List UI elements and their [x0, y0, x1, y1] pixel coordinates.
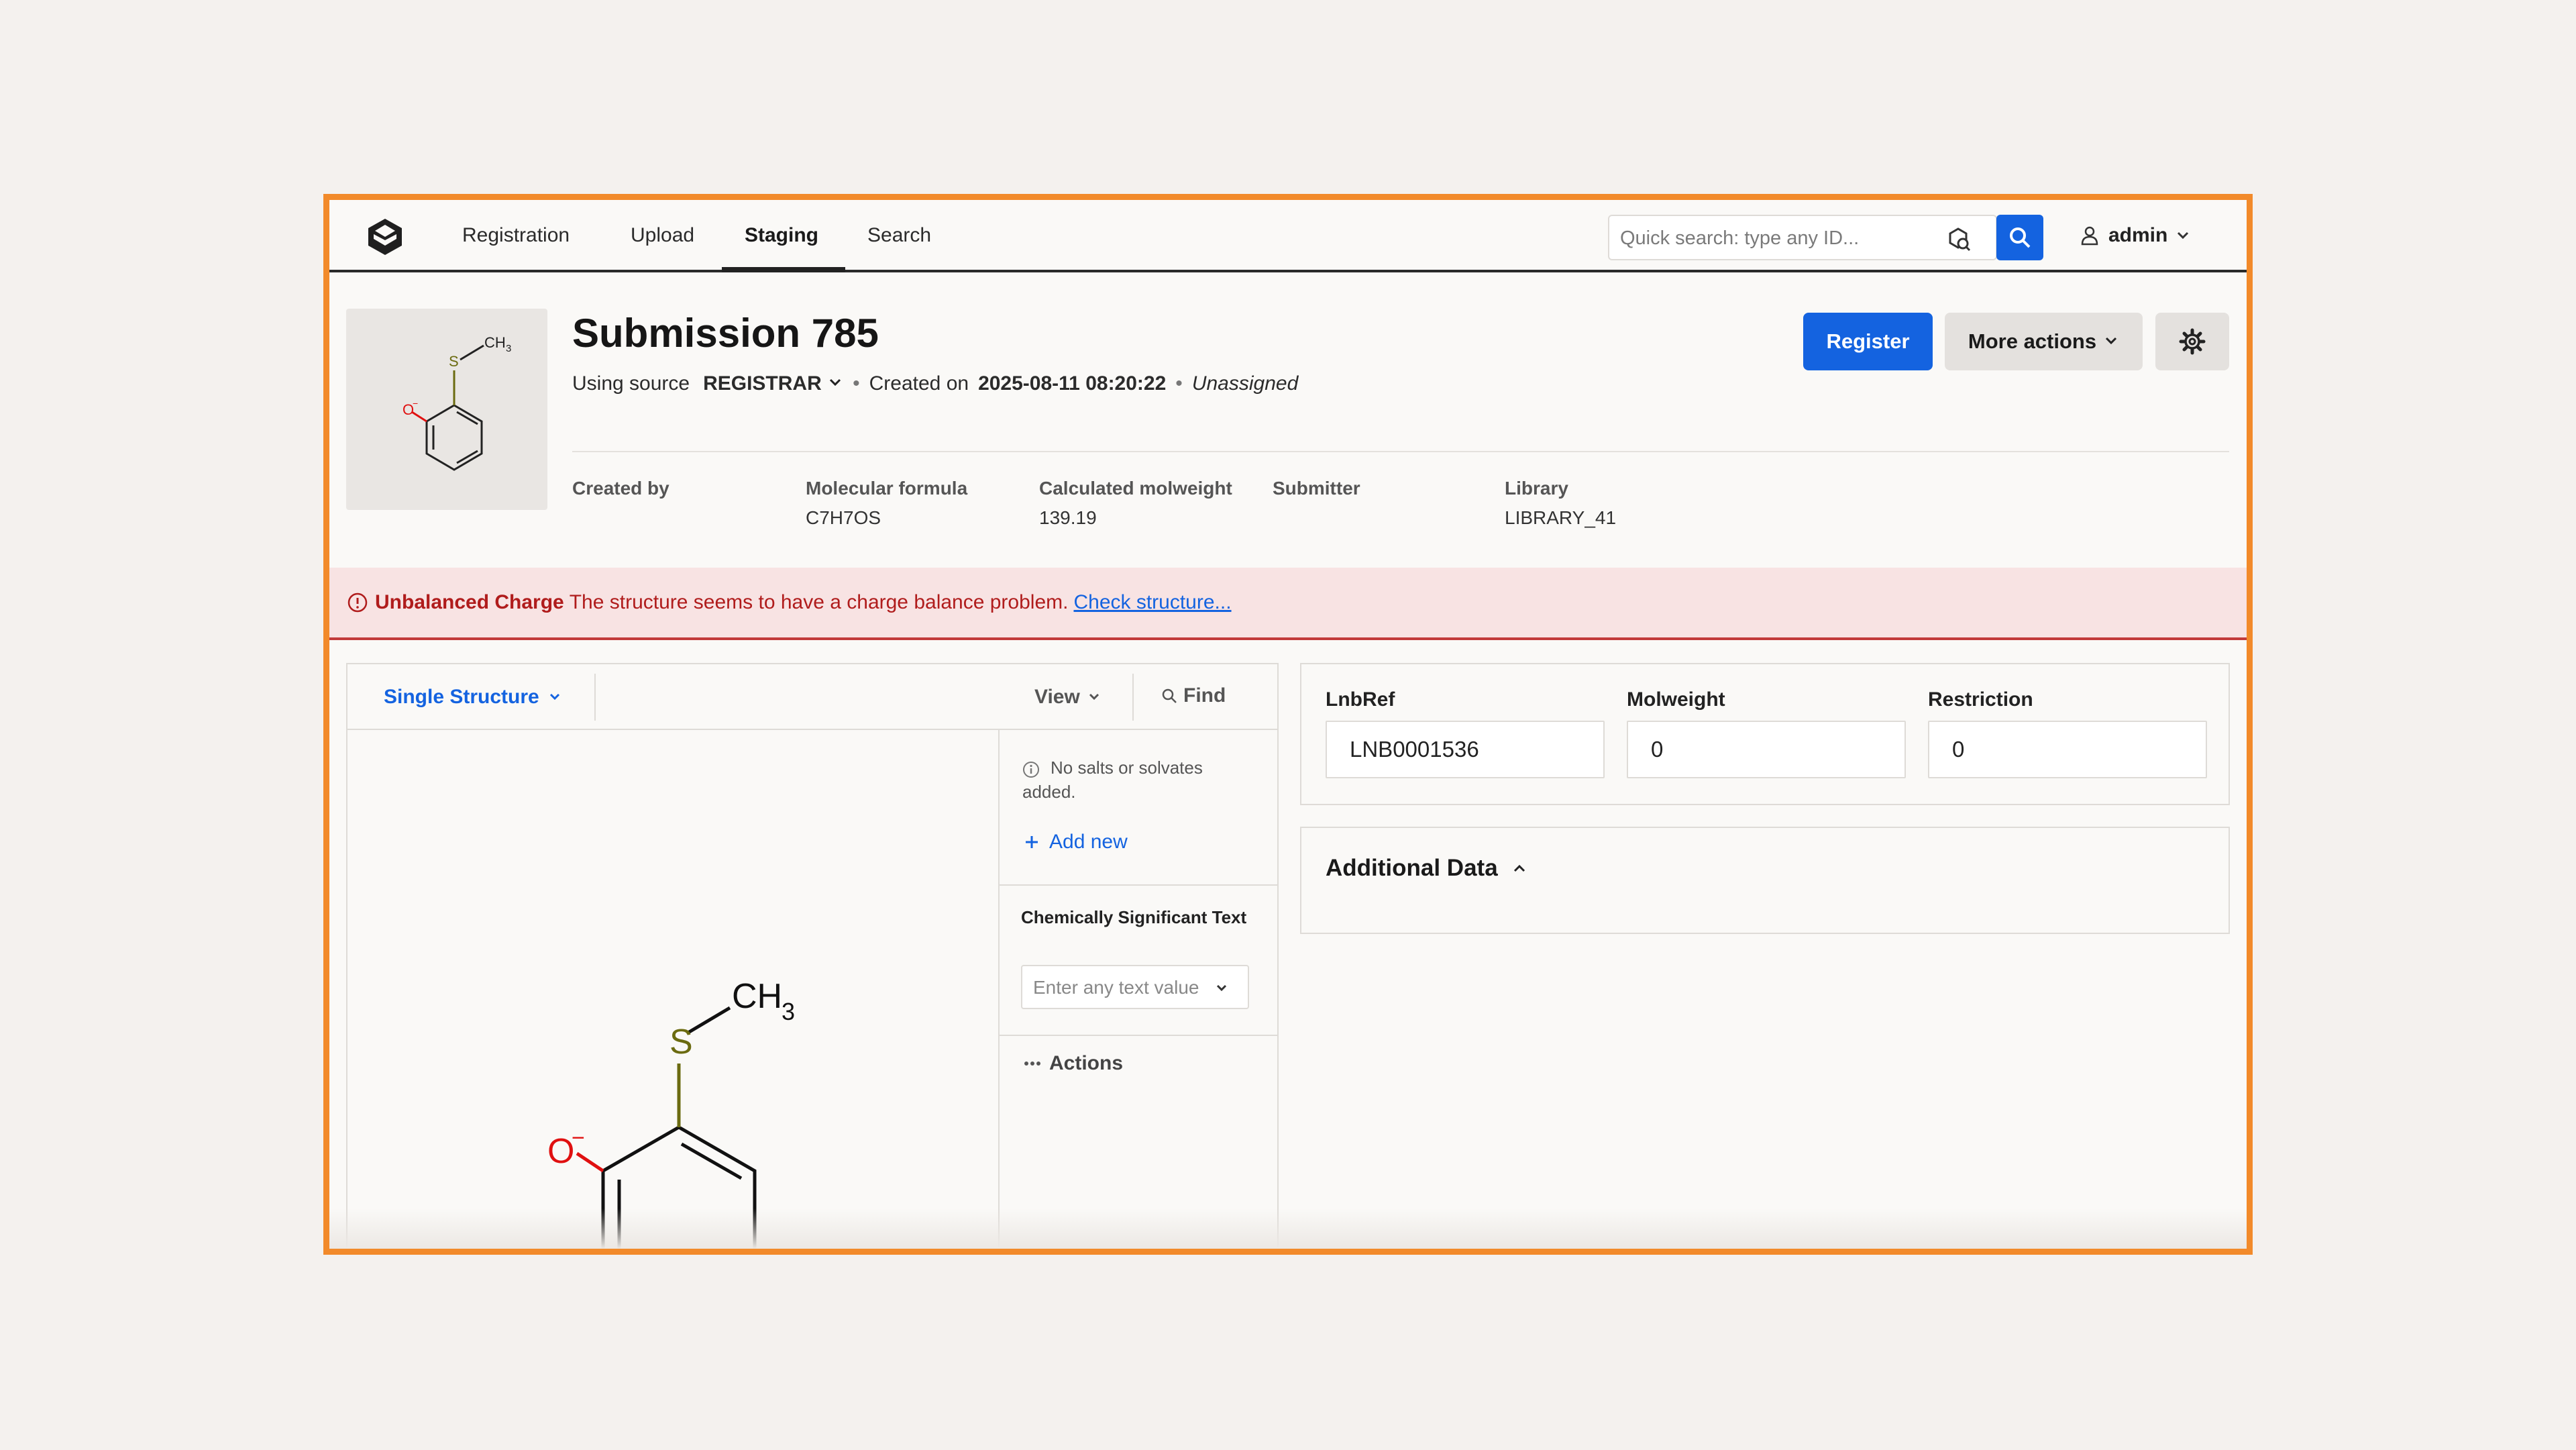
no-salts-note: No salts or solvates added. [1022, 758, 1203, 802]
lnbref-input[interactable] [1326, 721, 1605, 778]
structure-canvas[interactable]: O − S CH 3 [508, 832, 857, 1255]
nav-upload[interactable]: Upload [631, 224, 694, 247]
quick-search [1608, 215, 1997, 260]
charge-label: − [572, 1125, 585, 1151]
quick-search-input[interactable] [1620, 225, 1935, 251]
svg-text:S: S [449, 353, 459, 370]
header-divider [572, 451, 2229, 452]
submission-header: O − S CH 3 Submission 785 Using source R… [329, 275, 2247, 564]
gear-icon [2179, 328, 2206, 355]
alert-icon [347, 592, 368, 613]
structure-toolbar: Single Structure View Find [347, 664, 1277, 730]
search-icon [1162, 688, 1177, 703]
user-name: admin [2108, 224, 2168, 246]
actions-button[interactable]: Actions [1024, 1052, 1123, 1075]
structure-thumbnail[interactable]: O − S CH 3 [346, 309, 547, 510]
assignee[interactable]: Unassigned [1192, 372, 1298, 395]
structure-panel: Single Structure View Find O − S CH 3 No… [346, 663, 1279, 1255]
page-title: Submission 785 [572, 311, 879, 356]
unbalanced-charge-alert: Unbalanced Charge The structure seems to… [329, 568, 2247, 640]
meta-formula-value: C7H7OS [806, 507, 881, 528]
svg-text:CH: CH [484, 334, 506, 351]
nav-search[interactable]: Search [867, 224, 931, 247]
molweight-label: Molweight [1627, 688, 1725, 711]
methyl-subscript: 3 [782, 998, 795, 1025]
register-button[interactable]: Register [1803, 313, 1933, 370]
lnbref-label: LnbRef [1326, 688, 1395, 711]
sidebar-divider [1000, 884, 1279, 886]
meta-submitter-label: Submitter [1273, 478, 1360, 499]
source-dropdown[interactable]: REGISTRAR [703, 372, 843, 395]
created-on-label: Created on [869, 372, 969, 395]
chem-text-select [1021, 965, 1249, 1009]
nav-staging[interactable]: Staging [745, 224, 818, 247]
restriction-label: Restriction [1928, 688, 2033, 711]
molweight-input[interactable] [1627, 721, 1906, 778]
app-logo-icon[interactable] [364, 216, 406, 256]
svg-text:3: 3 [506, 343, 511, 354]
scroll-fade [329, 1208, 2247, 1249]
additional-data-panel: Additional Data [1300, 827, 2230, 934]
methyl-label: CH [732, 977, 782, 1016]
chevron-down-icon [2106, 337, 2117, 345]
chevron-down-icon [549, 693, 559, 701]
structure-sidebar: No salts or solvates added. Add new Chem… [998, 730, 1279, 1249]
created-on-date: 2025-08-11 08:20:22 [978, 372, 1167, 395]
plus-icon [1026, 836, 1038, 848]
meta-library-label: Library [1505, 478, 1568, 499]
separator-dot: • [1175, 372, 1183, 395]
meta-molweight-label: Calculated molweight [1039, 478, 1232, 499]
user-menu[interactable]: admin [2079, 224, 2190, 247]
separator-dot: • [853, 372, 860, 395]
meta-created-by-label: Created by [572, 478, 669, 499]
chevron-down-icon [830, 378, 841, 386]
meta-library-value: LIBRARY_41 [1505, 507, 1617, 528]
oxygen-atom-label: O [547, 1132, 574, 1171]
toolbar-divider [1132, 674, 1134, 721]
more-dots-icon [1024, 1061, 1040, 1066]
alert-message: The structure seems to have a charge bal… [569, 591, 1069, 613]
additional-data-toggle[interactable]: Additional Data [1326, 855, 1527, 882]
sidebar-divider [1000, 1035, 1279, 1036]
add-new-salt-button[interactable]: Add new [1024, 831, 1128, 853]
meta-formula-label: Molecular formula [806, 478, 968, 499]
user-icon [2081, 226, 2098, 246]
settings-button[interactable] [2155, 313, 2229, 370]
meta-molweight-value: 139.19 [1039, 507, 1097, 528]
search-icon [2010, 227, 2031, 248]
svg-text:−: − [413, 398, 418, 409]
chem-text-input[interactable] [1033, 976, 1205, 1000]
fields-panel: LnbRef Molweight Restriction [1300, 663, 2230, 805]
restriction-input[interactable] [1928, 721, 2207, 778]
nav-registration[interactable]: Registration [462, 224, 570, 247]
structure-mode-dropdown[interactable]: Single Structure [384, 686, 562, 709]
check-structure-link[interactable]: Check structure... [1073, 591, 1231, 614]
chevron-up-icon [1513, 864, 1525, 872]
view-dropdown[interactable]: View [1034, 686, 1102, 709]
app-window: Registration Upload Staging Search admi [323, 194, 2253, 1255]
top-navigation: Registration Upload Staging Search admi [329, 200, 2247, 272]
using-source-label: Using source [572, 372, 690, 395]
sulfur-atom-label: S [669, 1023, 693, 1061]
toolbar-divider [594, 674, 596, 721]
chevron-down-icon [2178, 231, 2189, 240]
structure-search-icon[interactable] [1945, 225, 1972, 252]
find-button[interactable]: Find [1161, 684, 1226, 707]
active-tab-indicator [722, 267, 845, 272]
chevron-down-icon [1089, 693, 1099, 701]
search-button[interactable] [1996, 215, 2043, 260]
more-actions-button[interactable]: More actions [1945, 313, 2143, 370]
alert-title: Unbalanced Charge [375, 591, 564, 613]
chem-text-label: Chemically Significant Text [1021, 907, 1247, 927]
submission-subtitle: Using source REGISTRAR • Created on 2025… [572, 372, 1298, 395]
chevron-down-icon[interactable] [1214, 982, 1229, 994]
